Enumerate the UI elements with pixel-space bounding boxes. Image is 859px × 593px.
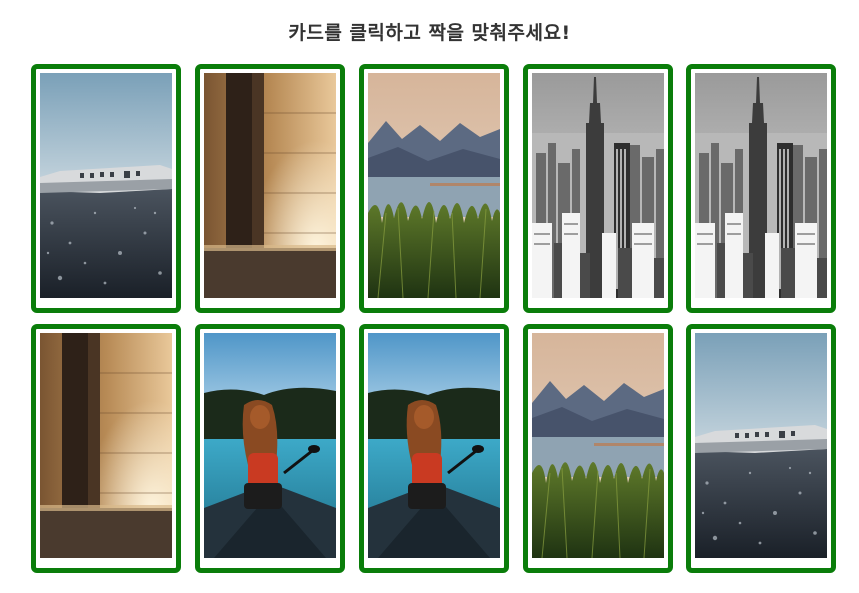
page-title: 카드를 클릭하고 짝을 맞춰주세요! [288,22,571,44]
card-4[interactable] [523,64,673,313]
stone-pillar-image [204,73,336,298]
lake-reeds-image [368,73,500,298]
city-skyline-image [532,73,664,298]
card-7-image [204,333,336,558]
card-8-image [368,333,500,558]
card-4-image [532,73,664,298]
card-2[interactable] [195,64,345,313]
card-5-image [695,73,827,298]
card-grid [31,64,839,576]
lake-reeds-image [532,333,664,558]
card-7[interactable] [195,324,345,573]
card-1[interactable] [31,64,181,313]
canoe-girl-image [368,333,500,558]
stone-pillar-image [40,333,172,558]
card-10-image [695,333,827,558]
card-3-image [368,73,500,298]
card-3[interactable] [359,64,509,313]
card-10[interactable] [686,324,836,573]
card-9-image [532,333,664,558]
plane-wreck-image [695,333,827,558]
card-2-image [204,73,336,298]
plane-wreck-image [40,73,172,298]
canoe-girl-image [204,333,336,558]
card-6[interactable] [31,324,181,573]
card-5[interactable] [686,64,836,313]
card-1-image [40,73,172,298]
city-skyline-image [695,73,827,298]
card-8[interactable] [359,324,509,573]
card-9[interactable] [523,324,673,573]
card-6-image [40,333,172,558]
